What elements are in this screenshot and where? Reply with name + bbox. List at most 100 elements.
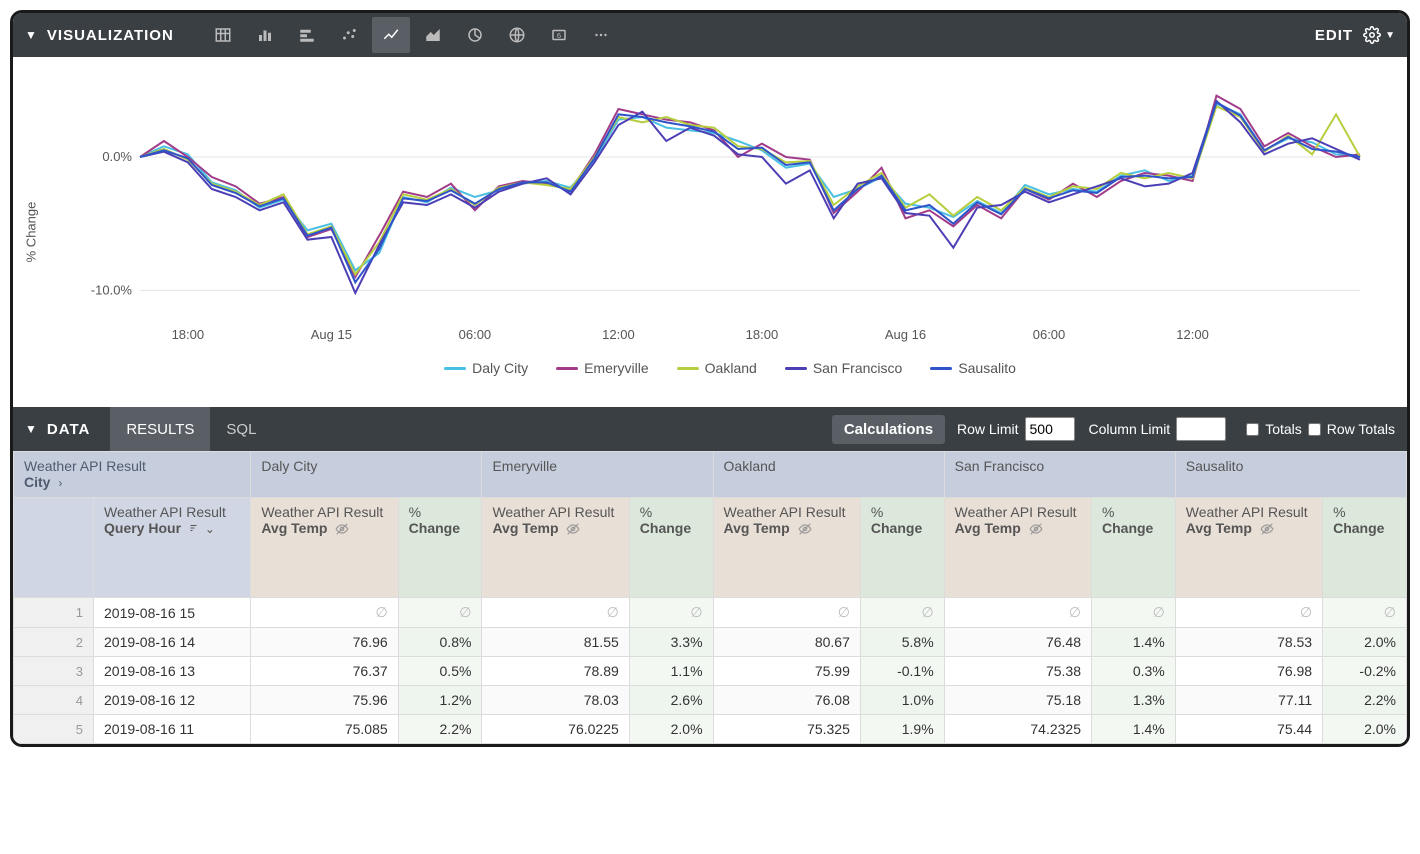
pivot-dimension-header[interactable]: Weather API ResultCity › [14,452,251,498]
calc-cell[interactable]: ∅ [1323,598,1407,628]
measure-cell[interactable]: 75.44 [1175,715,1322,744]
measure-cell[interactable]: ∅ [1175,598,1322,628]
hour-cell[interactable]: 2019-08-16 14 [94,628,251,657]
totals-checkbox[interactable] [1246,423,1259,436]
calc-cell[interactable]: 2.6% [629,686,713,715]
line-chart-icon[interactable] [372,17,410,53]
viz-collapse-caret[interactable]: ▼ [25,28,37,42]
calc-cell[interactable]: 1.0% [860,686,944,715]
calc-cell[interactable]: ∅ [629,598,713,628]
legend-item[interactable]: Sausalito [930,360,1016,376]
calc-cell[interactable]: ∅ [860,598,944,628]
legend-item[interactable]: Oakland [677,360,757,376]
row-totals-checkbox[interactable] [1308,423,1321,436]
legend-item[interactable]: Emeryville [556,360,649,376]
measure-cell[interactable]: 76.0225 [482,715,629,744]
column-chart-icon[interactable] [246,17,284,53]
pie-chart-icon[interactable] [456,17,494,53]
calc-cell[interactable]: 1.2% [398,686,482,715]
calc-cell[interactable]: ∅ [1092,598,1176,628]
row-dimension-header[interactable]: Weather API Result Query Hour ⌄ [94,498,251,598]
measure-cell[interactable]: 78.53 [1175,628,1322,657]
measure-cell[interactable]: 76.96 [251,628,398,657]
calc-header[interactable]: % Change [629,498,713,598]
hour-cell[interactable]: 2019-08-16 11 [94,715,251,744]
calc-header[interactable]: % Change [1092,498,1176,598]
measure-cell[interactable]: 76.37 [251,657,398,686]
measure-header[interactable]: Weather API Result Avg Temp [251,498,398,598]
measure-cell[interactable]: 75.96 [251,686,398,715]
pivot-value-header[interactable]: Oakland [713,452,944,498]
calc-cell[interactable]: 1.4% [1092,715,1176,744]
measure-header[interactable]: Weather API Result Avg Temp [1175,498,1322,598]
measure-cell[interactable]: 80.67 [713,628,860,657]
table-icon[interactable] [204,17,242,53]
measure-cell[interactable]: 75.38 [944,657,1091,686]
calc-cell[interactable]: 0.8% [398,628,482,657]
data-collapse-caret[interactable]: ▼ [25,422,37,436]
measure-cell[interactable]: 76.98 [1175,657,1322,686]
area-chart-icon[interactable] [414,17,452,53]
measure-cell[interactable]: ∅ [482,598,629,628]
measure-cell[interactable]: 75.325 [713,715,860,744]
measure-header[interactable]: Weather API Result Avg Temp [713,498,860,598]
measure-cell[interactable]: ∅ [713,598,860,628]
legend-item[interactable]: San Francisco [785,360,902,376]
tab-sql[interactable]: SQL [210,407,272,451]
pivot-value-header[interactable]: Sausalito [1175,452,1406,498]
calc-cell[interactable]: 1.1% [629,657,713,686]
measure-cell[interactable]: 76.08 [713,686,860,715]
col-limit-input[interactable] [1176,417,1226,441]
measure-cell[interactable]: 78.03 [482,686,629,715]
measure-cell[interactable]: ∅ [944,598,1091,628]
measure-cell[interactable]: 75.085 [251,715,398,744]
calc-header[interactable]: % Change [860,498,944,598]
pivot-value-header[interactable]: Daly City [251,452,482,498]
calc-cell[interactable]: 5.8% [860,628,944,657]
sort-desc-icon[interactable] [189,523,201,535]
measure-cell[interactable]: 74.2325 [944,715,1091,744]
calc-cell[interactable]: 2.0% [629,715,713,744]
viz-settings-button[interactable]: ▼ [1363,26,1395,44]
measure-header[interactable]: Weather API Result Avg Temp [482,498,629,598]
calc-cell[interactable]: 2.0% [1323,628,1407,657]
calc-cell[interactable]: -0.1% [860,657,944,686]
calc-cell[interactable]: 1.9% [860,715,944,744]
single-value-icon[interactable]: 6 [540,17,578,53]
measure-cell[interactable]: ∅ [251,598,398,628]
measure-cell[interactable]: 78.89 [482,657,629,686]
calc-cell[interactable]: 1.3% [1092,686,1176,715]
calc-cell[interactable]: 0.5% [398,657,482,686]
measure-cell[interactable]: 77.11 [1175,686,1322,715]
hour-cell[interactable]: 2019-08-16 15 [94,598,251,628]
bar-chart-icon[interactable] [288,17,326,53]
measure-cell[interactable]: 81.55 [482,628,629,657]
calc-cell[interactable]: 2.2% [1323,686,1407,715]
pivot-value-header[interactable]: San Francisco [944,452,1175,498]
legend-item[interactable]: Daly City [444,360,528,376]
tab-results[interactable]: RESULTS [110,407,210,451]
calc-header[interactable]: % Change [1323,498,1407,598]
calc-cell[interactable]: 1.4% [1092,628,1176,657]
calc-cell[interactable]: 2.2% [398,715,482,744]
calc-cell[interactable]: -0.2% [1323,657,1407,686]
more-icon[interactable] [582,17,620,53]
calc-cell[interactable]: 3.3% [629,628,713,657]
pivot-value-header[interactable]: Emeryville [482,452,713,498]
map-icon[interactable] [498,17,536,53]
viz-edit-button[interactable]: EDIT [1315,27,1353,44]
hour-cell[interactable]: 2019-08-16 12 [94,686,251,715]
row-limit-input[interactable] [1025,417,1075,441]
scatter-icon[interactable] [330,17,368,53]
calc-header[interactable]: % Change [398,498,482,598]
hour-cell[interactable]: 2019-08-16 13 [94,657,251,686]
calculations-button[interactable]: Calculations [832,415,945,444]
calc-cell[interactable]: ∅ [398,598,482,628]
measure-cell[interactable]: 75.99 [713,657,860,686]
calc-cell[interactable]: 0.3% [1092,657,1176,686]
chevron-down-icon[interactable]: ⌄ [205,522,215,536]
measure-header[interactable]: Weather API Result Avg Temp [944,498,1091,598]
measure-cell[interactable]: 76.48 [944,628,1091,657]
calc-cell[interactable]: 2.0% [1323,715,1407,744]
measure-cell[interactable]: 75.18 [944,686,1091,715]
